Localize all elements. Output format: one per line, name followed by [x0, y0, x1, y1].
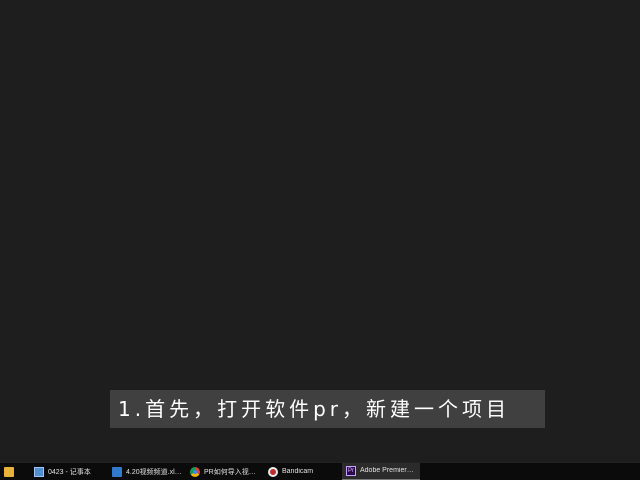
taskbar-item-label: Adobe Premiere ... [360, 467, 416, 474]
bandicam-icon [268, 466, 278, 477]
taskbar-item-label: 4.20视频频道.xlsx ... [126, 468, 182, 476]
taskbar-item-excel[interactable]: 4.20视频频道.xlsx ... [108, 463, 186, 480]
taskbar-item-bandicam[interactable]: Bandicam [264, 463, 342, 480]
screen: 1.首先，打开软件pr，新建一个项目 0423 - 记事本 4.20视频频道.x… [0, 0, 640, 480]
excel-icon [112, 466, 122, 477]
taskbar-item-label: Bandicam [282, 468, 314, 475]
file-explorer-icon [4, 466, 14, 477]
taskbar-item-chrome[interactable]: PR如何导入视频 - ... [186, 463, 264, 480]
notepad-icon [34, 466, 44, 477]
taskbar-item-notepad[interactable]: 0423 - 记事本 [30, 463, 108, 480]
taskbar-item-label: PR如何导入视频 - ... [204, 468, 260, 476]
premiere-icon: Pr [346, 465, 356, 476]
windows-taskbar: 0423 - 记事本 4.20视频频道.xlsx ... PR如何导入视频 - … [0, 462, 640, 480]
taskbar-item-file-explorer[interactable] [0, 463, 30, 480]
video-subtitle: 1.首先，打开软件pr，新建一个项目 [110, 390, 545, 428]
taskbar-item-label: 0423 - 记事本 [48, 468, 91, 476]
chrome-icon [190, 466, 200, 477]
taskbar-item-premiere[interactable]: Pr Adobe Premiere ... [342, 462, 420, 480]
